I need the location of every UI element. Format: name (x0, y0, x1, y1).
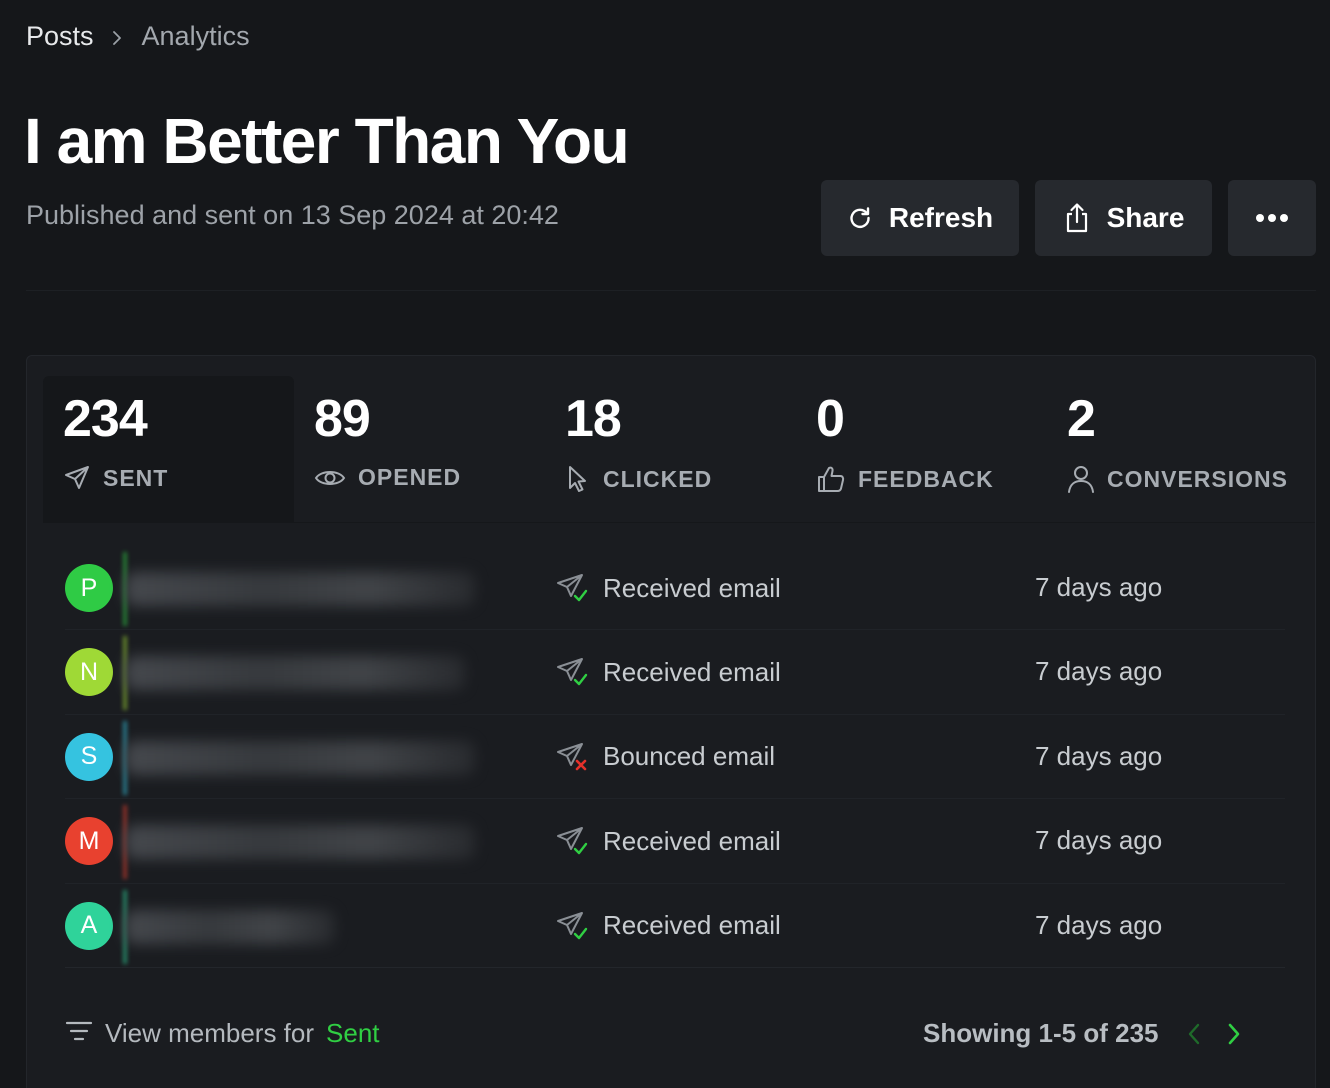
delivery-status: Received email (555, 906, 781, 946)
page-title: I am Better Than You (24, 105, 630, 177)
event-time: 7 days ago (1035, 656, 1163, 687)
status-label: Received email (603, 572, 781, 603)
member-row[interactable]: M Received email 7 days ago (65, 799, 1285, 884)
avatar: M (65, 817, 113, 866)
event-time: 7 days ago (1035, 825, 1163, 856)
filter-icon (65, 1018, 93, 1049)
header-divider (26, 290, 1316, 291)
previous-page-button[interactable] (1187, 1023, 1201, 1045)
redacted-email (125, 572, 475, 606)
member-row[interactable]: N Received email 7 days ago (65, 630, 1285, 715)
breadcrumb: Posts Analytics (26, 20, 250, 52)
avatar: N (65, 648, 113, 697)
chevron-right-icon (110, 31, 124, 45)
event-time: 7 days ago (1035, 740, 1163, 771)
tab-sent[interactable]: 234 SENT (43, 376, 294, 522)
status-label: Received email (603, 910, 781, 941)
email-bounced-icon (555, 741, 591, 773)
share-icon (1063, 202, 1091, 234)
opened-label: OPENED (358, 464, 462, 490)
more-options-button[interactable] (1228, 180, 1316, 256)
feedback-label: FEEDBACK (858, 465, 994, 492)
sent-count: 234 (63, 390, 148, 448)
pagination: Showing 1-5 of 235 (923, 1018, 1241, 1049)
more-icon (1255, 213, 1289, 223)
delivery-status: Received email (555, 821, 781, 861)
conversions-count: 2 (1067, 390, 1096, 448)
refresh-button[interactable]: Refresh (821, 180, 1019, 256)
avatar: S (65, 732, 113, 781)
tab-conversions[interactable]: 2 CONVERSIONS (1047, 376, 1298, 522)
header-actions: Refresh Share (821, 180, 1316, 256)
avatar: A (65, 901, 113, 950)
event-time: 7 days ago (1035, 909, 1163, 940)
view-members-filter: Sent (326, 1018, 380, 1048)
redacted-email (125, 740, 475, 775)
status-label: Bounced email (603, 741, 775, 772)
tab-clicked[interactable]: 18 CLICKED (545, 376, 796, 522)
analytics-card: 234 SENT 89 OPENED 18 CLICKED 0 FEEDBACK… (26, 355, 1316, 1088)
eye-icon (314, 466, 346, 490)
conversions-label: CONVERSIONS (1107, 465, 1288, 492)
publish-info: Published and sent on 13 Sep 2024 at 20:… (26, 200, 559, 230)
member-row[interactable]: P Received email 7 days ago (65, 546, 1285, 631)
redacted-email (125, 825, 475, 860)
member-row[interactable]: S Bounced email 7 days ago (65, 715, 1285, 800)
email-received-icon (555, 910, 591, 942)
redacted-email (125, 656, 465, 691)
view-members-link[interactable]: View members for Sent (65, 1018, 380, 1049)
redacted-email (125, 909, 335, 944)
tab-feedback[interactable]: 0 FEEDBACK (796, 376, 1047, 522)
chevron-right-icon (1228, 1023, 1239, 1044)
status-label: Received email (603, 825, 781, 856)
share-label: Share (1106, 202, 1185, 233)
send-icon (63, 464, 91, 492)
breadcrumb-posts-link[interactable]: Posts (26, 21, 94, 52)
opened-count: 89 (314, 390, 371, 448)
thumbs-up-icon (816, 464, 846, 494)
delivery-status: Received email (555, 568, 781, 608)
email-received-icon (555, 572, 591, 604)
member-row[interactable]: A Received email 7 days ago (65, 884, 1285, 968)
tabs-divider (43, 522, 1315, 523)
delivery-status: Bounced email (555, 737, 775, 777)
user-icon (1067, 464, 1095, 494)
refresh-label: Refresh (888, 202, 994, 233)
avatar: P (65, 564, 113, 612)
pagination-summary: Showing 1-5 of 235 (923, 1018, 1159, 1048)
chevron-left-icon (1188, 1023, 1199, 1044)
member-list: P Received email 7 days ago N Received email… (65, 546, 1285, 968)
event-time: 7 days ago (1035, 572, 1163, 602)
share-button[interactable]: Share (1035, 180, 1212, 256)
view-members-prefix: View members for (105, 1018, 315, 1048)
refresh-icon (847, 205, 873, 231)
delivery-status: Received email (555, 652, 781, 692)
cursor-icon (565, 464, 591, 494)
feedback-count: 0 (816, 390, 845, 448)
sent-label: SENT (103, 464, 169, 491)
clicked-count: 18 (565, 390, 622, 448)
email-received-icon (555, 825, 591, 857)
breadcrumb-current: Analytics (141, 20, 250, 51)
next-page-button[interactable] (1227, 1023, 1241, 1045)
stat-tabs: 234 SENT 89 OPENED 18 CLICKED 0 FEEDBACK… (43, 376, 1298, 522)
email-received-icon (555, 656, 591, 688)
tab-opened[interactable]: 89 OPENED (294, 376, 545, 522)
status-label: Received email (603, 656, 781, 687)
clicked-label: CLICKED (603, 465, 713, 492)
analytics-page: Posts Analytics I am Better Than You Pub… (0, 0, 1330, 1088)
